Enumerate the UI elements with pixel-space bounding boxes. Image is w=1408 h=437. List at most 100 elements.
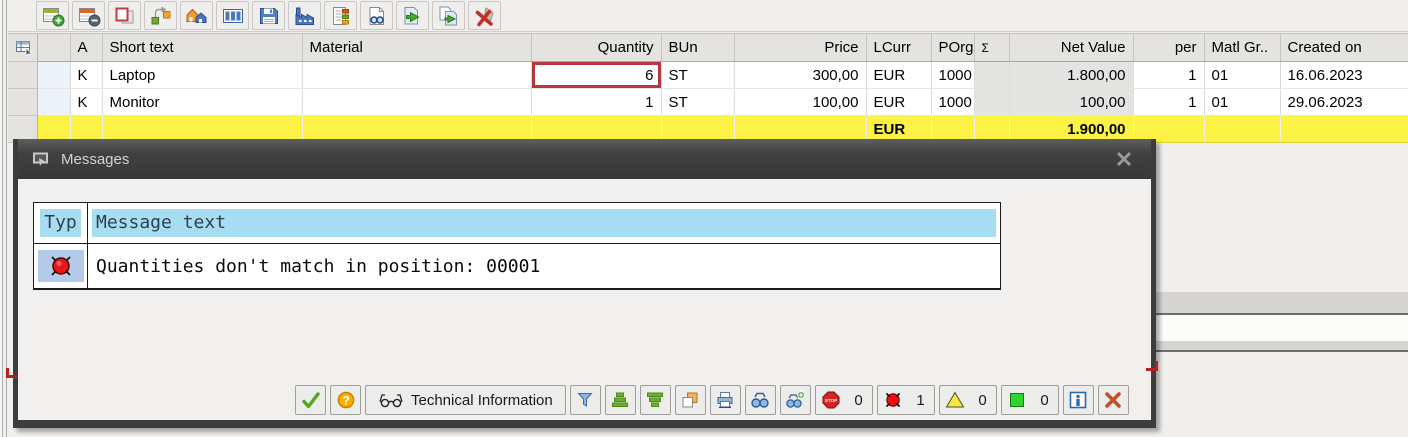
cell-matl-gr[interactable]: 01 <box>1204 89 1280 116</box>
cell-matl-gr[interactable]: 01 <box>1204 62 1280 89</box>
messages-header-row: Typ Message text <box>34 203 1000 244</box>
error-icon <box>49 254 73 278</box>
row-selector[interactable] <box>8 89 37 116</box>
insert-row-button[interactable] <box>36 1 69 30</box>
svg-text:STOP: STOP <box>825 398 837 403</box>
cell-porg[interactable]: 1000 <box>931 89 974 116</box>
vendor-buildings-button[interactable] <box>180 1 213 30</box>
success-icon <box>1007 390 1027 410</box>
svg-text:?: ? <box>342 393 349 407</box>
cell-price[interactable]: 100,00 <box>734 89 866 116</box>
copy-document-button[interactable] <box>432 1 465 30</box>
copy-button[interactable] <box>675 385 706 415</box>
sort-descending-button[interactable] <box>640 385 671 415</box>
save-button[interactable] <box>252 1 285 30</box>
col-header-short-text[interactable]: Short text <box>102 34 302 62</box>
stop-count-button[interactable]: STOP 0 <box>815 385 873 415</box>
cell-a[interactable]: K <box>70 62 102 89</box>
error-count-button[interactable]: 1 <box>877 385 935 415</box>
col-header-bun[interactable]: BUn <box>661 34 734 62</box>
col-header-porg[interactable]: POrg <box>931 34 974 62</box>
cell-created-on[interactable]: 29.06.2023 <box>1280 89 1408 116</box>
cancel-order-button[interactable] <box>468 1 501 30</box>
col-header-a[interactable]: A <box>70 34 102 62</box>
sort-ascending-button[interactable] <box>605 385 636 415</box>
cell-quantity-highlighted[interactable]: 6 <box>531 62 661 89</box>
help-button[interactable]: ? <box>330 385 361 415</box>
copy-cells-icon <box>113 5 137 27</box>
select-all-header[interactable] <box>8 34 37 62</box>
cancel-button[interactable] <box>1098 385 1129 415</box>
search-document-icon <box>365 5 389 27</box>
messages-table: Typ Message text Quantities don't match … <box>33 202 1001 290</box>
technical-information-button[interactable]: Technical Information <box>365 385 566 415</box>
cell-per[interactable]: 1 <box>1133 89 1204 116</box>
col-header-matl-gr[interactable]: Matl Gr.. <box>1204 34 1280 62</box>
cell-net-value[interactable]: 1.800,00 <box>1009 62 1133 89</box>
search-document-button[interactable] <box>360 1 393 30</box>
cell-net-value[interactable]: 100,00 <box>1009 89 1133 116</box>
print-button[interactable] <box>710 385 741 415</box>
cell-sigma[interactable] <box>974 62 1009 89</box>
background-panel <box>1150 315 1408 341</box>
col-header-net-value[interactable]: Net Value <box>1009 34 1133 62</box>
message-text-cell[interactable]: Quantities don't match in position: 0000… <box>88 244 1000 288</box>
cell-material[interactable] <box>302 89 531 116</box>
cell-material[interactable] <box>302 62 531 89</box>
sort-descending-icon <box>645 390 665 410</box>
column-settings-button[interactable] <box>216 1 249 30</box>
warning-icon <box>945 390 965 410</box>
move-item-button[interactable] <box>144 1 177 30</box>
continue-button[interactable] <box>295 385 326 415</box>
cell-short-text[interactable]: Monitor <box>102 89 302 116</box>
factory-button[interactable] <box>288 1 321 30</box>
find-next-button[interactable] <box>780 385 811 415</box>
cell-lcurr[interactable]: EUR <box>866 62 931 89</box>
col-header-blank[interactable] <box>37 34 70 62</box>
info-button[interactable] <box>1063 385 1094 415</box>
cell-bun[interactable]: ST <box>661 62 734 89</box>
message-text: Quantities don't match in position: 0000… <box>92 253 544 280</box>
copy-cells-button[interactable] <box>108 1 141 30</box>
cell-per[interactable]: 1 <box>1133 62 1204 89</box>
cell-price[interactable]: 300,00 <box>734 62 866 89</box>
dialog-titlebar[interactable]: Messages <box>18 139 1151 179</box>
filter-button[interactable] <box>570 385 601 415</box>
message-row[interactable]: Quantities don't match in position: 0000… <box>34 244 1000 288</box>
col-header-created-on[interactable]: Created on <box>1280 34 1408 62</box>
col-header-quantity[interactable]: Quantity <box>531 34 661 62</box>
cell-blank[interactable] <box>37 89 70 116</box>
col-header-lcurr[interactable]: LCurr <box>866 34 931 62</box>
dialog-resize-handle-left[interactable] <box>6 368 18 378</box>
col-header-per[interactable]: per <box>1133 34 1204 62</box>
success-count-button[interactable]: 0 <box>1001 385 1059 415</box>
cell-porg[interactable]: 1000 <box>931 62 974 89</box>
row-selector[interactable] <box>8 62 37 89</box>
cell-created-on[interactable]: 16.06.2023 <box>1280 62 1408 89</box>
cell-a[interactable]: K <box>70 89 102 116</box>
warning-count-button[interactable]: 0 <box>939 385 997 415</box>
col-header-material[interactable]: Material <box>302 34 531 62</box>
dialog-close-button[interactable] <box>1111 147 1137 171</box>
col-header-price[interactable]: Price <box>734 34 866 62</box>
message-text-header-label: Message text <box>92 209 996 237</box>
col-header-sigma[interactable]: Σ <box>974 34 1009 62</box>
cell-short-text[interactable]: Laptop <box>102 62 302 89</box>
cell-sigma[interactable] <box>974 89 1009 116</box>
find-button[interactable] <box>745 385 776 415</box>
delete-row-button[interactable] <box>72 1 105 30</box>
success-count: 0 <box>1040 392 1048 409</box>
cell-quantity[interactable]: 1 <box>531 89 661 116</box>
cell-bun[interactable]: ST <box>661 89 734 116</box>
horizontal-scrollbar[interactable] <box>1150 292 1408 315</box>
typ-header-label: Typ <box>40 209 81 237</box>
export-document-button[interactable] <box>396 1 429 30</box>
table-row: K Monitor 1 ST 100,00 EUR 1000 100,00 1 … <box>8 89 1408 116</box>
cell-lcurr[interactable]: EUR <box>866 89 931 116</box>
cell-blank[interactable] <box>37 62 70 89</box>
message-type-cell[interactable] <box>34 244 88 288</box>
items-header-row: A Short text Material Quantity BUn Price… <box>8 34 1408 62</box>
move-item-icon <box>149 5 173 27</box>
item-details-button[interactable] <box>324 1 357 30</box>
dialog-resize-handle-right[interactable] <box>1146 361 1158 371</box>
